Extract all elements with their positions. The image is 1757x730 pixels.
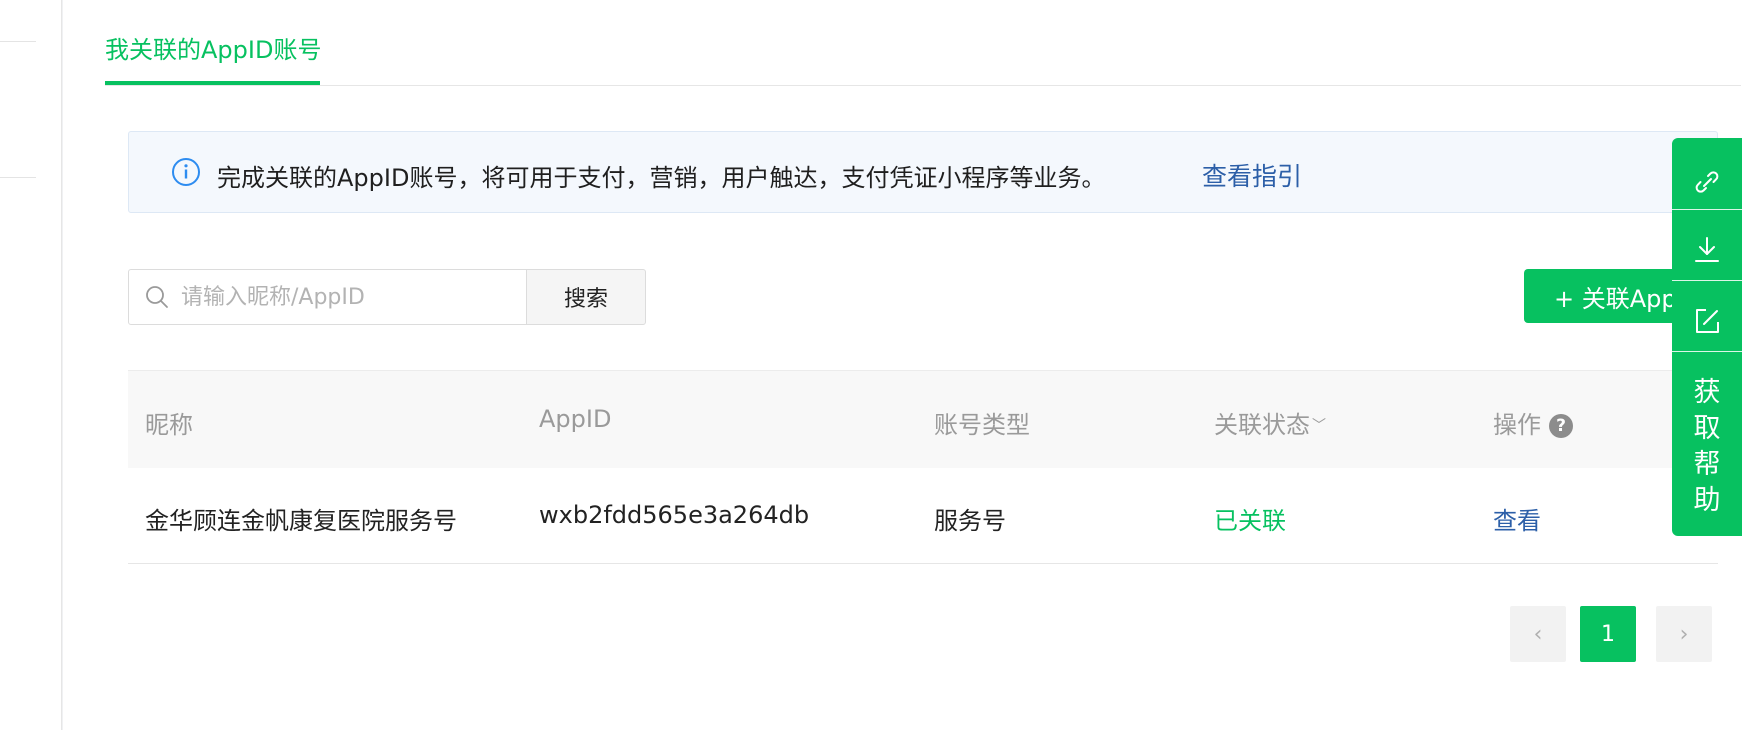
- main-content: 我关联的AppID账号 完成关联的AppID账号，将可用于支付，营销，用户触达，…: [63, 0, 1757, 730]
- column-header-status[interactable]: 关联状态 ﹀: [1214, 405, 1326, 440]
- edit-icon: [1696, 309, 1719, 333]
- search-box: 搜索: [128, 269, 646, 325]
- download-icon: [1695, 237, 1719, 262]
- info-notice: 完成关联的AppID账号，将可用于支付，营销，用户触达，支付凭证小程序等业务。 …: [128, 131, 1718, 213]
- search-button[interactable]: 搜索: [526, 269, 646, 325]
- toolbar-divider: [1672, 280, 1757, 281]
- tab-linked-appid[interactable]: 我关联的AppID账号: [105, 30, 321, 65]
- cell-type: 服务号: [934, 507, 1006, 535]
- action-header-label: 操作: [1493, 411, 1541, 439]
- help-char: 获: [1693, 377, 1721, 408]
- chevron-right-icon: ›: [1679, 621, 1689, 647]
- status-badge: 已关联: [1214, 507, 1286, 535]
- help-char: 帮: [1693, 449, 1721, 480]
- chevron-left-icon: ‹: [1533, 621, 1543, 647]
- cell-nickname: 金华顾连金帆康复医院服务号: [145, 507, 457, 535]
- sidebar-divider: [0, 41, 36, 42]
- pagination-next-button[interactable]: ›: [1656, 606, 1712, 662]
- table-row: 金华顾连金帆康复医院服务号 wxb2fdd565e3a264db 服务号 已关联…: [128, 468, 1718, 564]
- search-input[interactable]: [181, 278, 511, 316]
- left-sidebar: [0, 0, 62, 730]
- column-header-type: 账号类型: [934, 411, 1030, 439]
- toolbar-divider: [1672, 209, 1757, 210]
- toolbar-divider: [1672, 351, 1757, 352]
- pagination-prev-button[interactable]: ‹: [1510, 606, 1566, 662]
- float-download-button[interactable]: [1672, 226, 1742, 274]
- info-icon: [172, 158, 200, 186]
- help-char: 助: [1693, 485, 1721, 516]
- appid-table: 昵称 AppID 账号类型 关联状态 ﹀ 操作? 金华顾连金帆康复医院服务号 wx…: [128, 370, 1718, 564]
- pagination-page-1[interactable]: 1: [1580, 606, 1636, 662]
- column-header-appid: AppID: [539, 405, 612, 433]
- link-icon: [1695, 171, 1719, 193]
- sidebar-divider: [0, 177, 36, 178]
- tab-active-indicator: [105, 81, 320, 85]
- column-header-action: 操作?: [1493, 405, 1573, 440]
- cell-appid: wxb2fdd565e3a264db: [539, 501, 810, 529]
- table-header: 昵称 AppID 账号类型 关联状态 ﹀ 操作?: [128, 370, 1718, 468]
- view-details-link[interactable]: 查看: [1493, 501, 1541, 536]
- view-guide-link[interactable]: 查看指引: [1202, 157, 1302, 193]
- notice-text: 完成关联的AppID账号，将可用于支付，营销，用户触达，支付凭证小程序等业务。: [217, 164, 1106, 192]
- help-circle-icon[interactable]: ?: [1549, 414, 1573, 438]
- chevron-down-icon[interactable]: ﹀: [1312, 415, 1326, 435]
- float-edit-button[interactable]: [1672, 297, 1742, 345]
- search-icon: [146, 286, 168, 308]
- tab-bar: 我关联的AppID账号: [105, 0, 1741, 86]
- float-link-button[interactable]: [1672, 158, 1742, 206]
- floating-toolbar: 获 取 帮 助: [1672, 138, 1757, 536]
- get-help-button[interactable]: 获 取 帮 助: [1672, 375, 1742, 519]
- status-header-label: 关联状态: [1214, 411, 1310, 439]
- help-char: 取: [1693, 413, 1721, 444]
- column-header-nickname: 昵称: [145, 411, 193, 439]
